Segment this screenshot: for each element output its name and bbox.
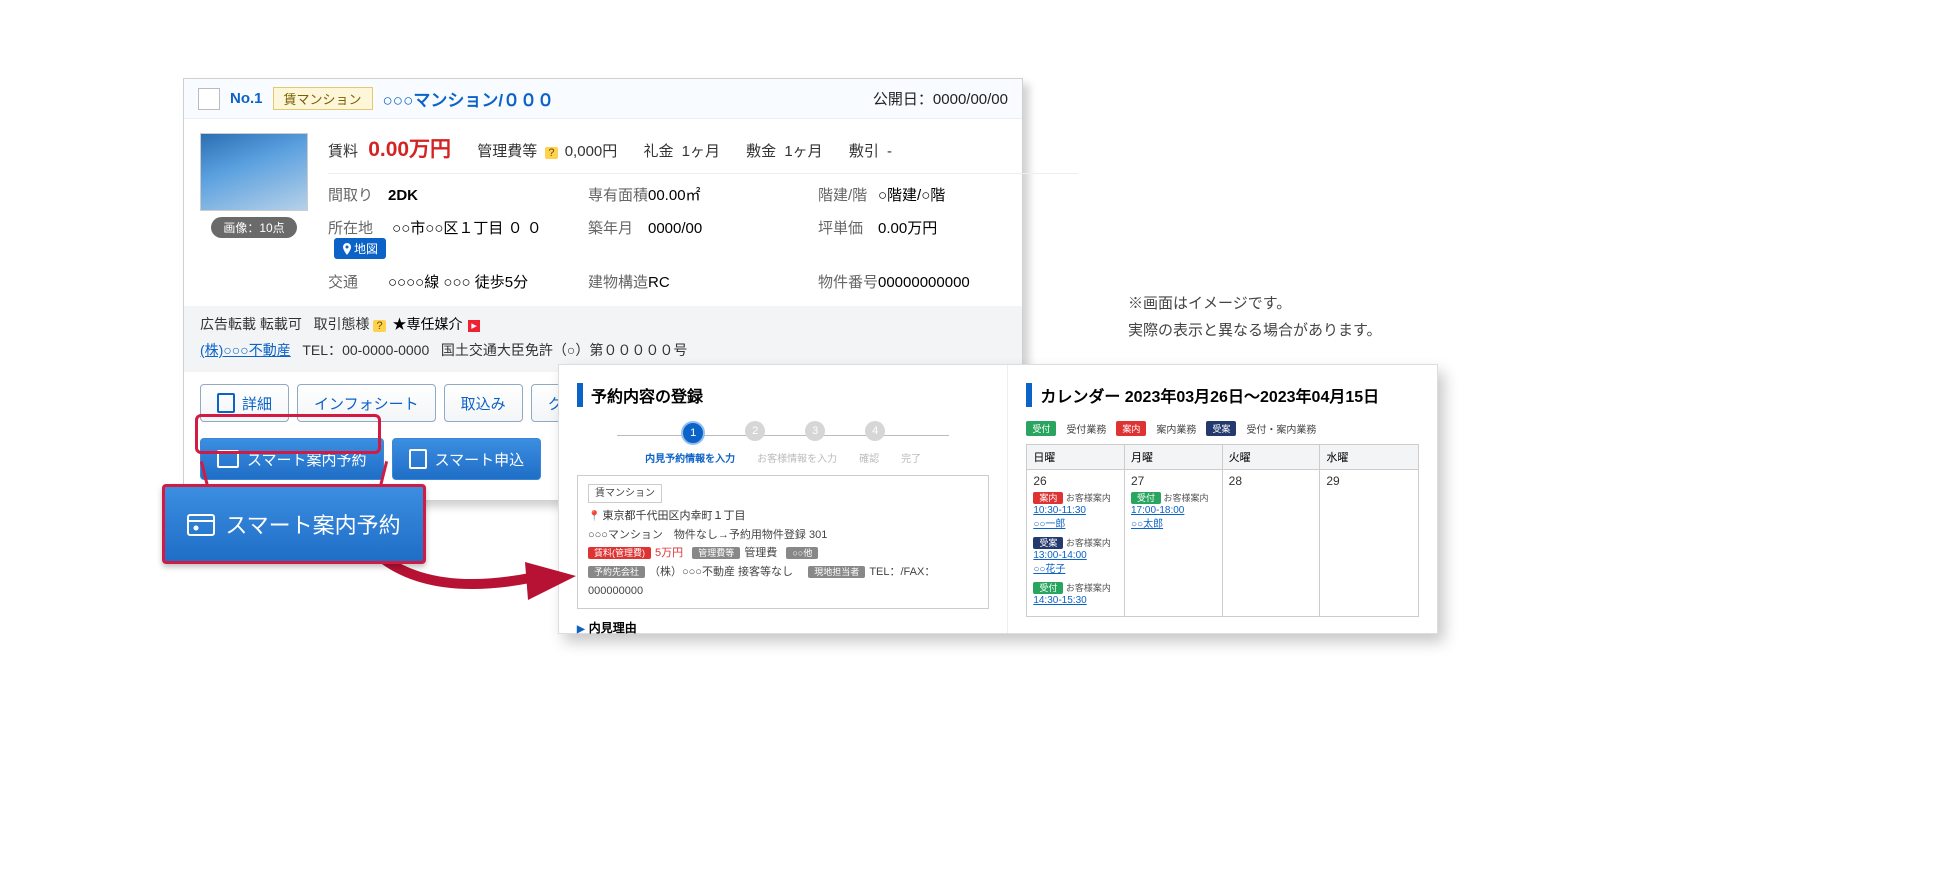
- price-row: 賃料 0.00万円 管理費等 ? 0,000円 礼金 1ヶ月 敷金 1ヶ月 敷引…: [328, 133, 1078, 163]
- flag-icon: ▸: [468, 320, 480, 332]
- company-link[interactable]: (株)○○○不動産: [200, 342, 291, 358]
- help-icon[interactable]: ?: [373, 320, 385, 332]
- calendar-icon: [187, 512, 215, 536]
- published-date: 公開日：0000/00/00: [873, 88, 1008, 109]
- step-indicator: 1 2 3 4: [577, 421, 989, 445]
- document-icon: [217, 391, 237, 415]
- smart-reserve-button[interactable]: スマート案内予約: [200, 438, 384, 480]
- section-reason: 内見理由: [577, 619, 989, 636]
- document-icon: [409, 447, 429, 471]
- calendar-event-link[interactable]: 14:30-15:30: [1033, 594, 1118, 608]
- booking-summary-box: 賃マンション 東京都千代田区内幸町１丁目 ○○○マンション 物件なし→予約用物件…: [577, 475, 989, 609]
- disclaimer-note: ※画面はイメージです。 実際の表示と異なる場合があります。: [1128, 290, 1382, 344]
- step-1: 1: [681, 421, 705, 445]
- listing-info: 賃料 0.00万円 管理費等 ? 0,000円 礼金 1ヶ月 敷金 1ヶ月 敷引…: [328, 133, 1078, 292]
- calendar-event-link[interactable]: 13:00-14:00: [1033, 549, 1118, 563]
- listing-header: No.1 賃マンション ○○○マンション/０００ 公開日：0000/00/00: [184, 79, 1022, 119]
- step-labels: 内見予約情報を入力 お客様情報を入力 確認 完了: [577, 450, 989, 465]
- calendar-event-link[interactable]: 10:30-11:30: [1033, 504, 1118, 518]
- calendar-header: 日曜 月曜 火曜 水曜: [1026, 444, 1419, 470]
- calendar-row: 26案内 お客様案内10:30-11:30○○一郎受案 お客様案内13:00-1…: [1026, 470, 1419, 617]
- pin-icon: [342, 243, 352, 255]
- calendar-cell[interactable]: 26案内 お客様案内10:30-11:30○○一郎受案 お客様案内13:00-1…: [1027, 470, 1125, 616]
- image-count-badge: 画像：10点: [211, 217, 296, 238]
- calendar-event-link[interactable]: 17:00-18:00: [1131, 504, 1216, 518]
- infosheet-button[interactable]: インフォシート: [297, 384, 436, 422]
- calendar-cell[interactable]: 27受付 お客様案内17:00-18:00○○太郎: [1125, 470, 1223, 616]
- thumbnail-wrap: 画像：10点: [200, 133, 308, 292]
- step-2: 2: [745, 421, 765, 441]
- calendar-icon: [217, 448, 241, 470]
- calendar-cell[interactable]: 29: [1320, 470, 1418, 616]
- calendar-cell[interactable]: 28: [1223, 470, 1321, 616]
- property-type-tag: 賃マンション: [273, 87, 373, 110]
- property-name: ○○○マンション/０００: [383, 86, 555, 111]
- detail-button[interactable]: 詳細: [200, 384, 289, 422]
- listing-footer: 広告転載 転載可 取引態様 ? ★専任媒介 ▸ (株)○○○不動産 TEL：00…: [184, 306, 1022, 372]
- property-photo[interactable]: [200, 133, 308, 211]
- smart-apply-button[interactable]: スマート申込: [392, 438, 542, 480]
- popup-panels: 予約内容の登録 1 2 3 4 内見予約情報を入力 お客様情報を入力 確認 完了…: [558, 364, 1438, 634]
- calendar-panel: カレンダー 2023年03月26日～2023年04月15日 受付受付業務 案内案…: [1008, 365, 1437, 633]
- select-checkbox[interactable]: [198, 88, 220, 110]
- callout-smart-reserve[interactable]: スマート案内予約: [162, 484, 426, 564]
- listing-number: No.1: [230, 90, 263, 107]
- rent-value: 0.00万円: [368, 138, 451, 161]
- booking-title: 予約内容の登録: [577, 383, 989, 407]
- help-icon[interactable]: ?: [545, 147, 557, 159]
- step-3: 3: [805, 421, 825, 441]
- booking-panel: 予約内容の登録 1 2 3 4 内見予約情報を入力 お客様情報を入力 確認 完了…: [559, 365, 1008, 633]
- calendar-legend: 受付受付業務 案内案内業務 受案受付・案内業務: [1026, 421, 1419, 436]
- calendar-title: カレンダー 2023年03月26日～2023年04月15日: [1026, 383, 1419, 407]
- import-button[interactable]: 取込み: [444, 384, 523, 422]
- map-button[interactable]: 地図: [334, 238, 386, 259]
- listing-body: 画像：10点 賃料 0.00万円 管理費等 ? 0,000円 礼金 1ヶ月 敷金…: [184, 119, 1022, 292]
- step-4: 4: [865, 421, 885, 441]
- detail-grid: 間取り2DK 専有面積00.00㎡ 階建/階○階建/○階 所在地 ○○市○○区１…: [328, 184, 1078, 292]
